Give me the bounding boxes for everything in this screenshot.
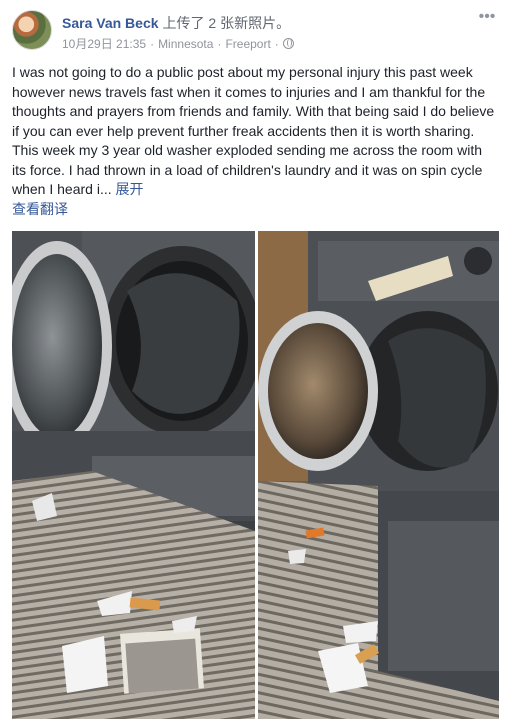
washer-photo-1-image	[12, 231, 255, 719]
post-message: I was not going to do a public post abou…	[12, 63, 497, 219]
washer-photo-1[interactable]	[12, 231, 255, 719]
photo-grid	[12, 231, 499, 719]
post-meta: 10月29日 21:35 · Minnesota · Freeport ·	[62, 36, 294, 52]
post-timestamp[interactable]: 10月29日 21:35	[62, 37, 146, 51]
post-body: I was not going to do a public post abou…	[12, 64, 495, 197]
location-secondary[interactable]: Freeport	[225, 37, 270, 51]
author-avatar[interactable]	[12, 10, 52, 50]
washer-photo-2-image	[258, 231, 499, 719]
location-primary[interactable]: Minnesota	[158, 37, 213, 51]
see-more-link[interactable]: 展开	[116, 181, 144, 197]
author-line: Sara Van Beck 上传了 2 张新照片。	[62, 14, 290, 32]
washer-photo-2[interactable]	[258, 231, 499, 719]
more-options-icon[interactable]: •••	[477, 9, 497, 26]
author-name[interactable]: Sara Van Beck	[62, 15, 159, 31]
globe-icon[interactable]	[282, 38, 294, 49]
post-header: Sara Van Beck 上传了 2 张新照片。 10月29日 21:35 · Mi…	[12, 9, 497, 54]
see-translation-link[interactable]: 查看翻译	[12, 200, 497, 220]
post-action-text: 上传了 2 张新照片。	[162, 15, 291, 31]
